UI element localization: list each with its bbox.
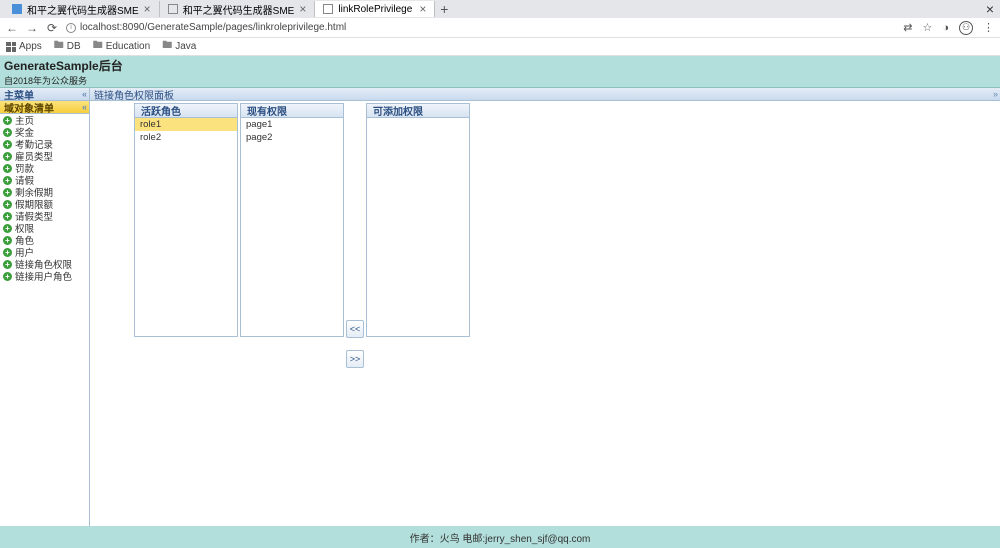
- plus-icon: +: [3, 128, 12, 137]
- collapse-icon[interactable]: »: [993, 89, 998, 99]
- tab-title: 和平之翼代码生成器SME: [27, 2, 139, 17]
- url-text: localhost:8090/GenerateSample/pages/link…: [80, 22, 346, 33]
- user-icon[interactable]: ⚇: [959, 21, 973, 35]
- roles-list: role1role2: [135, 118, 237, 336]
- back-icon[interactable]: ←: [6, 21, 18, 35]
- move-buttons: << >>: [346, 103, 364, 524]
- sidebar-item[interactable]: +请假类型: [0, 210, 89, 222]
- panel-header: 可添加权限: [367, 104, 469, 118]
- sidebar-items: +主页+奖金+考勤记录+雇员类型+罚款+请假+剩余假期+假期限额+请假类型+权限…: [0, 114, 89, 526]
- star-icon[interactable]: ☆: [922, 21, 932, 34]
- main-header-title: 链接角色权限面板: [94, 87, 174, 102]
- available-list: [367, 118, 469, 336]
- list-item[interactable]: page1: [241, 118, 343, 131]
- plus-icon: +: [3, 188, 12, 197]
- panel-header: 现有权限: [241, 104, 343, 118]
- favicon-icon: [323, 4, 333, 14]
- sidebar-item[interactable]: +罚款: [0, 162, 89, 174]
- sidebar-item[interactable]: +权限: [0, 222, 89, 234]
- translate-icon[interactable]: ⇄: [903, 21, 912, 34]
- app-title-bar: GenerateSample后台: [0, 56, 1000, 74]
- bookmark-folder[interactable]: 🖿Java: [162, 38, 196, 55]
- browser-tab[interactable]: 和平之翼代码生成器SME ×: [4, 1, 160, 17]
- footer: 作者：火鸟 电邮:jerry_shen_sjf@qq.com: [0, 526, 1000, 548]
- app-subtitle: 自2018年为公众服务: [4, 74, 87, 87]
- apps-icon: [6, 42, 16, 52]
- bookmarks-bar: Apps 🖿DB 🖿Education 🖿Java: [0, 38, 1000, 56]
- plus-icon: +: [3, 140, 12, 149]
- sidebar-item[interactable]: +雇员类型: [0, 150, 89, 162]
- url-box[interactable]: i localhost:8090/GenerateSample/pages/lin…: [66, 22, 895, 33]
- plus-icon: +: [3, 116, 12, 125]
- close-icon[interactable]: ×: [419, 2, 426, 16]
- sidebar-item[interactable]: +角色: [0, 234, 89, 246]
- sidebar-item[interactable]: +主页: [0, 114, 89, 126]
- plus-icon: +: [3, 164, 12, 173]
- favicon-icon: [12, 4, 22, 14]
- tab-title: 和平之翼代码生成器SME: [183, 2, 295, 17]
- sidebar: 主菜单« 域对象清单« +主页+奖金+考勤记录+雇员类型+罚款+请假+剩余假期+…: [0, 88, 90, 526]
- plus-icon: +: [3, 248, 12, 257]
- browser-tab[interactable]: 和平之翼代码生成器SME ×: [160, 1, 316, 17]
- folder-icon: 🖿: [162, 38, 172, 55]
- list-item[interactable]: role2: [135, 131, 237, 144]
- plus-icon: +: [3, 260, 12, 269]
- extension-icon[interactable]: ◑: [942, 22, 949, 34]
- favicon-icon: [168, 4, 178, 14]
- available-panel: 可添加权限: [366, 103, 470, 337]
- roles-panel: 活跃角色 role1role2: [134, 103, 238, 337]
- window-close-icon[interactable]: ×: [986, 1, 994, 17]
- bookmark-folder[interactable]: 🖿Education: [93, 38, 150, 55]
- panel-header: 活跃角色: [135, 104, 237, 118]
- close-icon[interactable]: ×: [144, 2, 151, 16]
- plus-icon: +: [3, 236, 12, 245]
- plus-icon: +: [3, 224, 12, 233]
- main-header: 链接角色权限面板 »: [90, 88, 1000, 101]
- plus-icon: +: [3, 152, 12, 161]
- reload-icon[interactable]: ⟳: [46, 21, 58, 35]
- move-left-button[interactable]: <<: [346, 320, 364, 338]
- address-bar: ← → ⟳ i localhost:8090/GenerateSample/pag…: [0, 18, 1000, 38]
- tab-title: linkRolePrivilege: [338, 4, 412, 15]
- plus-icon: +: [3, 200, 12, 209]
- apps-bookmark[interactable]: Apps: [6, 41, 42, 52]
- plus-icon: +: [3, 272, 12, 281]
- owned-list: page1page2: [241, 118, 343, 336]
- move-right-button[interactable]: >>: [346, 350, 364, 368]
- plus-icon: +: [3, 176, 12, 185]
- forward-icon[interactable]: →: [26, 21, 38, 35]
- folder-icon: 🖿: [93, 38, 103, 55]
- sidebar-item[interactable]: +链接用户角色: [0, 270, 89, 282]
- list-item[interactable]: page2: [241, 131, 343, 144]
- bookmark-folder[interactable]: 🖿DB: [54, 38, 81, 55]
- close-icon[interactable]: ×: [299, 2, 306, 16]
- sidebar-item-label: 链接用户角色: [15, 269, 72, 283]
- browser-tab-bar: 和平之翼代码生成器SME × 和平之翼代码生成器SME × linkRolePriv…: [0, 0, 1000, 18]
- collapse-icon[interactable]: «: [82, 102, 87, 112]
- folder-icon: 🖿: [54, 38, 64, 55]
- sidebar-domain-header[interactable]: 域对象清单«: [0, 101, 89, 114]
- app-title: GenerateSample后台: [4, 57, 123, 74]
- new-tab-button[interactable]: +: [435, 1, 453, 17]
- list-item[interactable]: role1: [135, 118, 237, 131]
- collapse-icon[interactable]: «: [82, 89, 87, 99]
- menu-icon[interactable]: ⋮: [983, 21, 994, 34]
- plus-icon: +: [3, 212, 12, 221]
- browser-tab-active[interactable]: linkRolePrivilege ×: [315, 1, 435, 17]
- info-icon[interactable]: i: [66, 23, 76, 33]
- footer-text: 作者：火鸟 电邮:jerry_shen_sjf@qq.com: [410, 530, 591, 545]
- main-area: 链接角色权限面板 » 活跃角色 role1role2 现有权限 page1page…: [90, 88, 1000, 526]
- owned-panel: 现有权限 page1page2: [240, 103, 344, 337]
